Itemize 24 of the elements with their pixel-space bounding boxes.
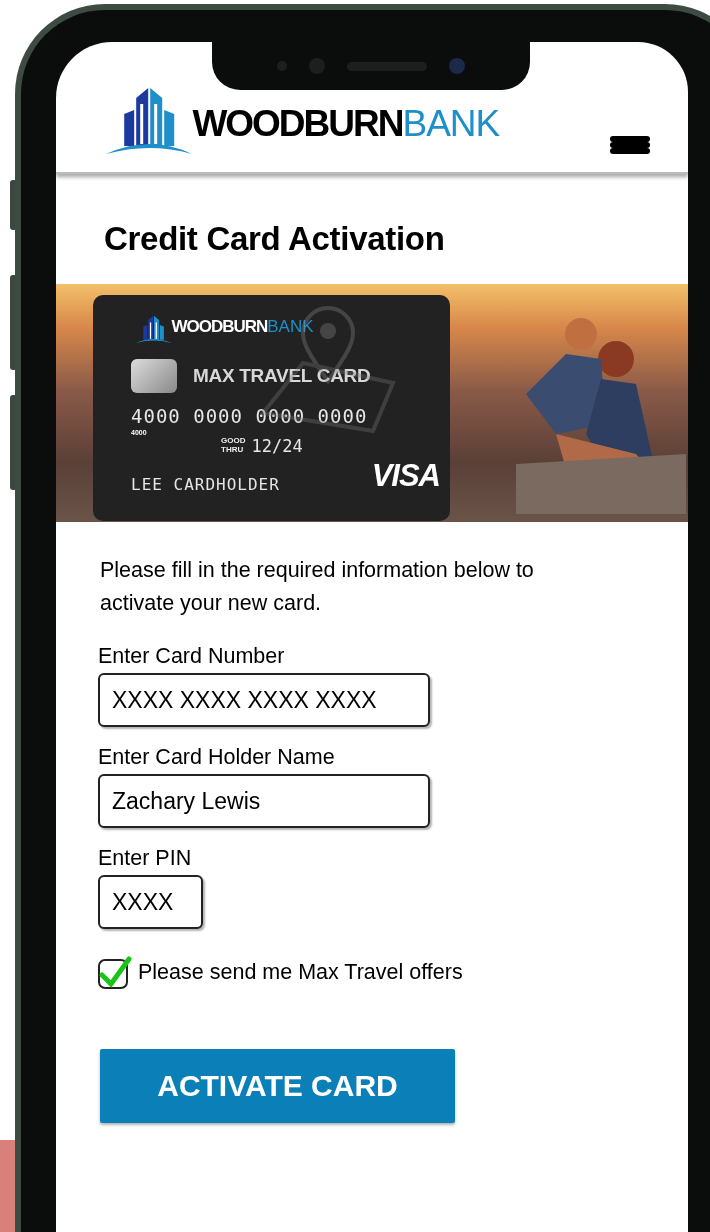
- logo-wordmark-suffix: BANK: [267, 317, 314, 337]
- card-network-logo: VISA: [371, 458, 440, 494]
- field-label: Enter PIN: [98, 846, 193, 871]
- logo-wordmark: WOODBURN: [171, 317, 268, 337]
- building-logo-icon: [135, 315, 172, 343]
- instruction-text: Please fill in the required information below to activate your new card.: [100, 557, 535, 617]
- field-label: Enter Card Holder Name: [98, 745, 336, 770]
- good-thru-label: GOOD THRU: [221, 437, 246, 455]
- input-field[interactable]: XXXX: [98, 875, 203, 929]
- input-field[interactable]: Zachary Lewis: [98, 774, 430, 828]
- page-title: Credit Card Activation: [103, 219, 446, 258]
- chip-icon: [131, 359, 177, 393]
- logo-wordmark: WOODBURN: [192, 105, 403, 142]
- building-logo-icon: [104, 86, 193, 154]
- field-label: Enter Card Number: [98, 644, 286, 669]
- input-field[interactable]: XXXX XXXX XXXX XXXX: [98, 673, 430, 727]
- activate-card-button[interactable]: ACTIVATE CARD: [100, 1049, 455, 1123]
- card-product-name: MAX TRAVEL CARD: [193, 365, 371, 387]
- card-number: 4000 0000 0000 0000: [131, 405, 369, 427]
- cardholder-name: LEE CARDHOLDER: [131, 475, 280, 494]
- logo-wordmark-suffix: BANK: [402, 105, 500, 142]
- card-expiry: 12/24: [251, 436, 303, 456]
- menu-icon[interactable]: [610, 136, 650, 154]
- checkbox-label: Please send me Max Travel offers: [138, 959, 463, 985]
